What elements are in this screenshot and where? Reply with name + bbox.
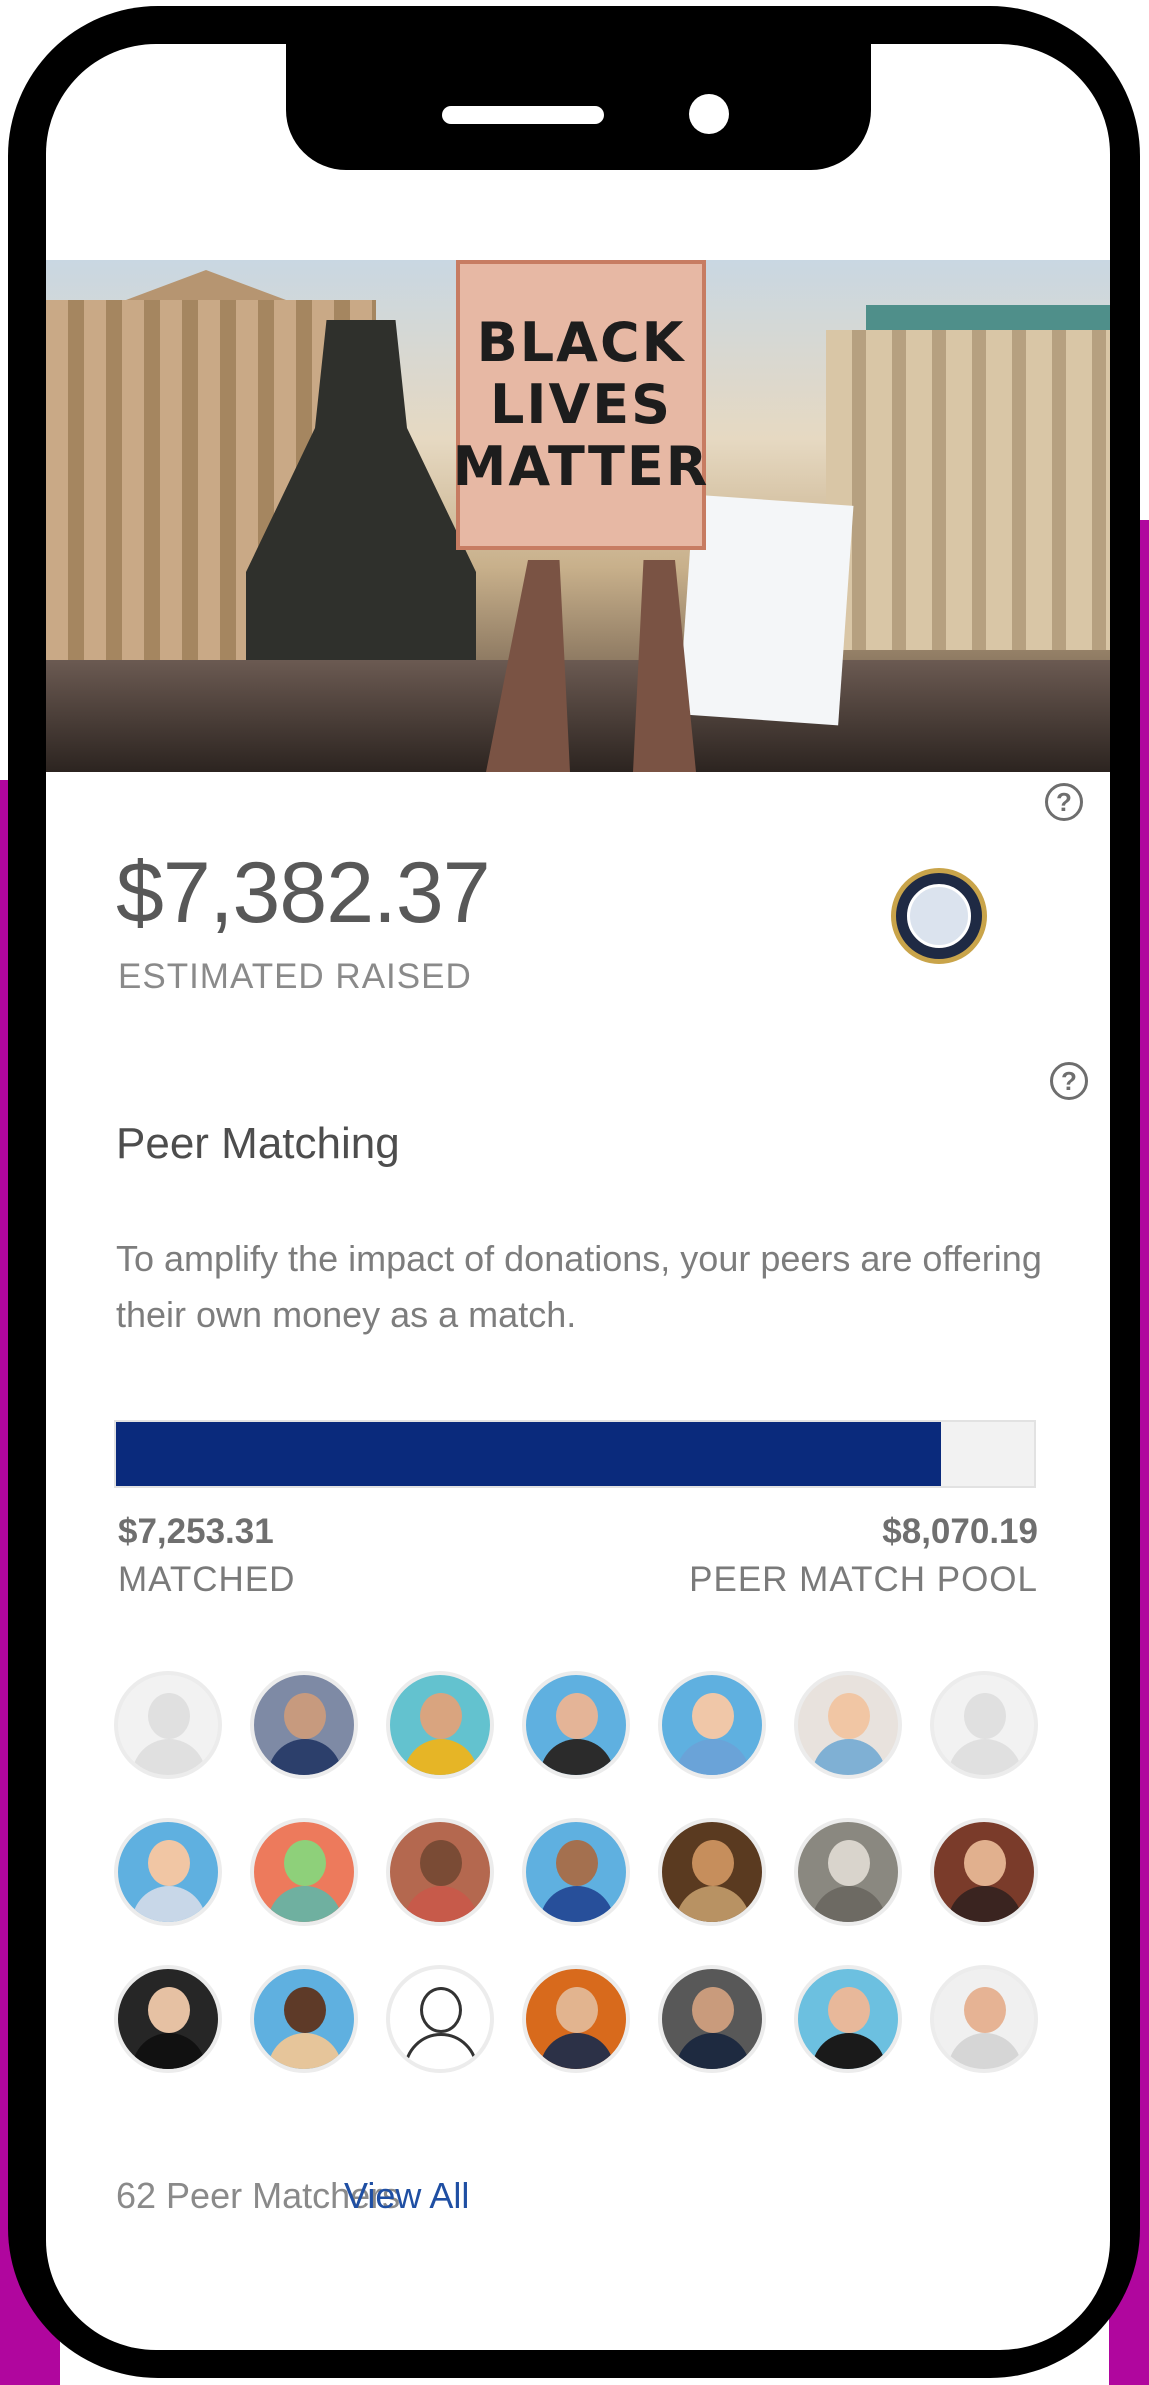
organization-seal-icon <box>891 868 987 964</box>
protest-sign: BLACK LIVES MATTER <box>453 260 707 550</box>
avatar[interactable] <box>114 1965 222 2073</box>
avatar[interactable] <box>522 1818 630 1926</box>
view-all-link[interactable]: View All <box>344 2175 469 2217</box>
avatar[interactable] <box>386 1818 494 1926</box>
protest-sign-text: BLACK LIVES MATTER <box>452 311 710 498</box>
avatar[interactable] <box>658 1965 766 2073</box>
avatar[interactable] <box>386 1965 494 2073</box>
avatar[interactable] <box>658 1671 766 1779</box>
avatar[interactable] <box>386 1671 494 1779</box>
matched-label: MATCHED <box>118 1560 296 1599</box>
hero-image: BLACK LIVES MATTER <box>46 260 1110 772</box>
avatar[interactable] <box>250 1671 358 1779</box>
pool-label: PEER MATCH POOL <box>689 1560 1038 1599</box>
matched-amount: $7,253.31 <box>118 1512 274 1551</box>
avatar[interactable] <box>794 1818 902 1926</box>
avatar[interactable] <box>250 1965 358 2073</box>
peer-matching-help-icon[interactable]: ? <box>1050 1062 1088 1100</box>
avatar[interactable] <box>250 1818 358 1926</box>
avatar[interactable] <box>522 1965 630 2073</box>
help-icon[interactable]: ? <box>1045 783 1083 821</box>
amount-raised: $7,382.37 <box>116 845 491 941</box>
avatar[interactable] <box>930 1818 1038 1926</box>
phone-frame: BLACK LIVES MATTER ? $7,382.37 ESTIMATED… <box>8 6 1140 2378</box>
avatar-placeholder[interactable] <box>114 1671 222 1779</box>
phone-screen: BLACK LIVES MATTER ? $7,382.37 ESTIMATED… <box>46 44 1110 2350</box>
pool-amount: $8,070.19 <box>882 1512 1038 1551</box>
peer-matching-description: To amplify the impact of donations, your… <box>116 1238 1042 1335</box>
peer-match-progress-fill <box>116 1422 942 1486</box>
avatar[interactable] <box>930 1965 1038 2073</box>
avatar[interactable] <box>794 1671 902 1779</box>
peer-match-progress-bar <box>114 1420 1036 1488</box>
peer-matching-title: Peer Matching <box>116 1119 400 1168</box>
avatar[interactable] <box>522 1671 630 1779</box>
avatar[interactable] <box>794 1965 902 2073</box>
avatar[interactable] <box>658 1818 766 1926</box>
speaker-icon <box>442 106 604 124</box>
amount-raised-label: ESTIMATED RAISED <box>118 957 472 996</box>
avatar-placeholder[interactable] <box>930 1671 1038 1779</box>
peer-matchers-avatar-grid <box>114 1671 1044 2081</box>
avatar[interactable] <box>114 1818 222 1926</box>
camera-icon <box>689 94 729 134</box>
